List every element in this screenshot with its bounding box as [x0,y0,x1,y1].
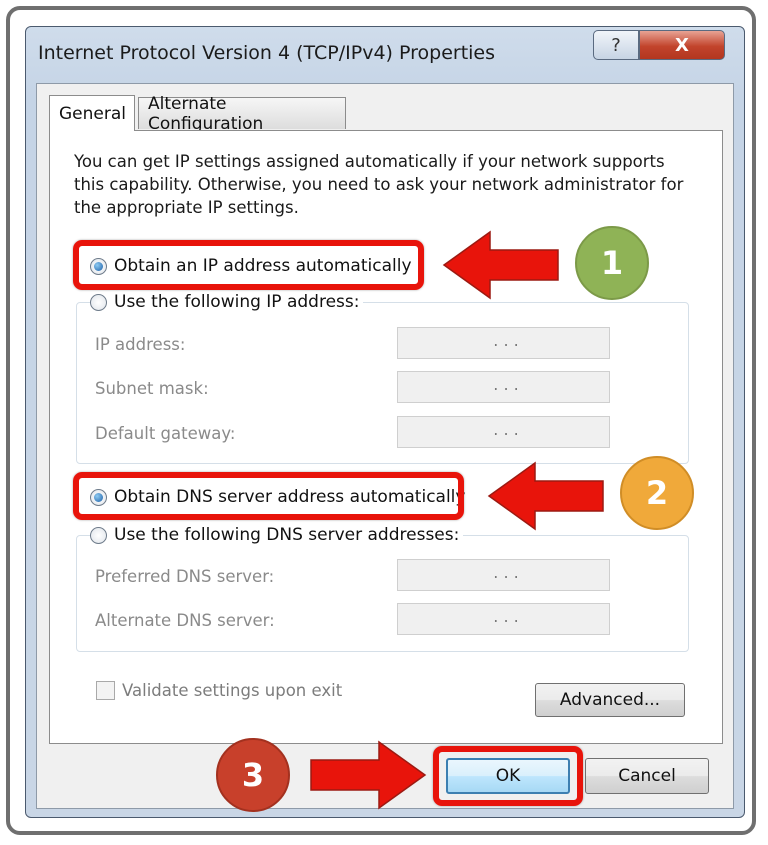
arrow-left-icon [442,230,559,300]
highlight-box-dns-auto [73,472,464,520]
use-following-dns-label: Use the following DNS server addresses: [114,525,460,545]
tab-general[interactable]: General [49,95,135,131]
dialog-title: Internet Protocol Version 4 (TCP/IPv4) P… [38,42,496,64]
close-icon: X [675,34,689,56]
use-following-ip-option[interactable]: Use the following IP address: [90,292,364,312]
default-gateway-field[interactable]: . . . [397,416,610,448]
step-1-badge: 1 [575,226,649,300]
alternate-dns-field[interactable]: . . . [397,603,610,635]
tab-alternate-configuration[interactable]: Alternate Configuration [138,94,346,134]
validate-settings-option[interactable]: Validate settings upon exit [96,681,342,700]
validate-settings-label: Validate settings upon exit [122,681,343,700]
use-following-ip-label: Use the following IP address: [114,292,360,312]
cancel-button[interactable]: Cancel [585,758,709,794]
arrow-left-icon [487,461,604,531]
default-gateway-label: Default gateway: [95,424,236,443]
use-following-ip-radio[interactable] [90,293,107,311]
advanced-button[interactable]: Advanced... [535,683,685,717]
help-icon: ? [611,34,621,56]
help-button[interactable]: ? [593,30,639,60]
highlight-box-ip-auto [73,240,424,290]
tab-general-label: General [59,103,126,124]
step-2-badge: 2 [620,456,694,530]
ip-address-field[interactable]: . . . [397,327,610,359]
subnet-mask-label: Subnet mask: [95,379,209,398]
subnet-mask-field[interactable]: . . . [397,371,610,403]
use-following-dns-option[interactable]: Use the following DNS server addresses: [90,525,464,545]
step-3-badge: 3 [216,738,290,812]
preferred-dns-field[interactable]: . . . [397,559,610,591]
validate-settings-checkbox[interactable] [96,681,115,700]
close-button[interactable]: X [639,30,725,60]
arrow-right-icon [310,740,427,810]
description-text: You can get IP settings assigned automat… [74,152,684,217]
use-following-dns-radio[interactable] [90,526,107,544]
ip-address-label: IP address: [95,335,186,354]
highlight-box-ok [433,746,583,806]
tab-alternate-label: Alternate Configuration [148,93,264,134]
alternate-dns-label: Alternate DNS server: [95,611,275,630]
preferred-dns-label: Preferred DNS server: [95,567,275,586]
